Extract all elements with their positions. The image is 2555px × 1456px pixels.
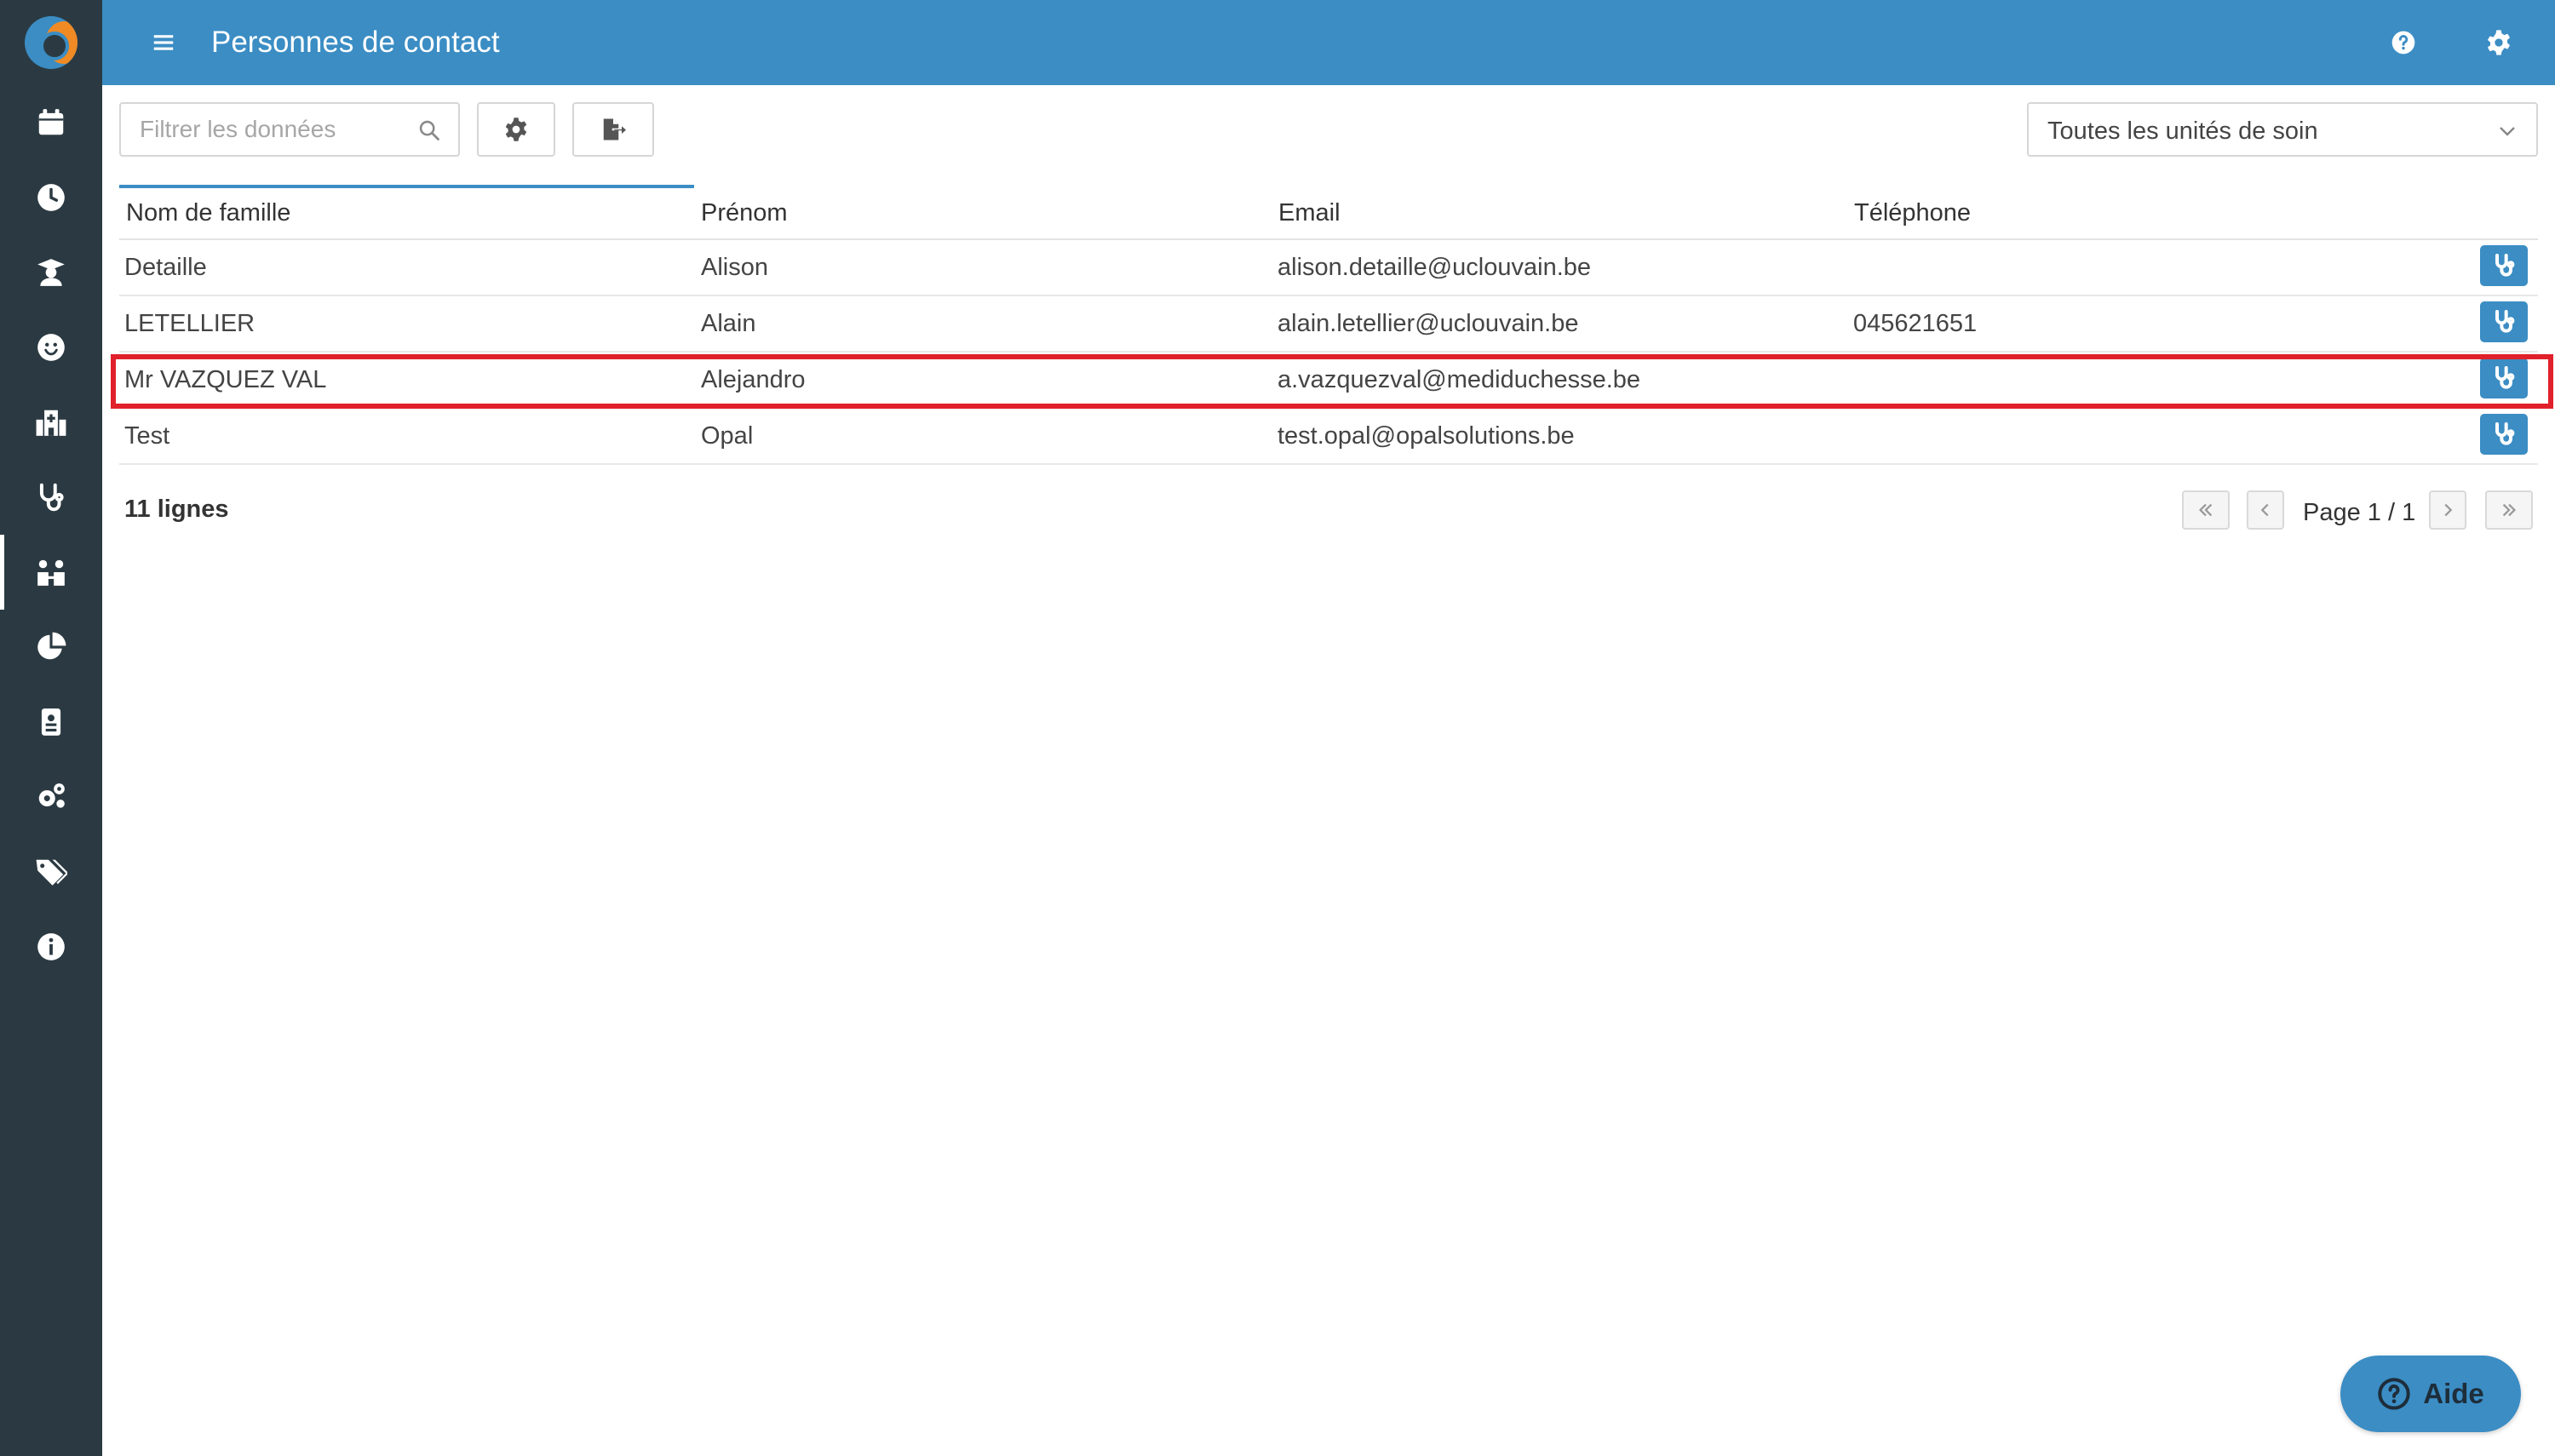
info-icon xyxy=(37,933,65,960)
sorted-column-indicator xyxy=(119,185,694,188)
cell-last-name: LETELLIER xyxy=(124,310,256,337)
graduate-icon xyxy=(37,259,65,286)
pie-chart-icon xyxy=(37,632,66,660)
hamburger-icon xyxy=(153,35,174,50)
file-export-icon xyxy=(603,118,626,140)
next-page-button[interactable] xyxy=(2429,490,2466,530)
sidebar xyxy=(0,0,102,1456)
column-header-phone[interactable]: Téléphone xyxy=(1854,196,1971,230)
cell-last-name: Test xyxy=(124,422,170,450)
sidebar-item-calendar[interactable] xyxy=(0,85,102,160)
help-button-label: Aide xyxy=(2423,1378,2484,1409)
row-count: 11 lignes xyxy=(124,496,229,523)
sidebar-item-graduate[interactable] xyxy=(0,235,102,310)
gear-icon xyxy=(505,118,527,141)
sidebar-item-smiley[interactable] xyxy=(0,310,102,385)
gears-icon xyxy=(38,783,65,808)
sidebar-item-clock[interactable] xyxy=(0,160,102,235)
id-badge-icon xyxy=(41,708,61,736)
question-circle-icon xyxy=(2377,1377,2411,1411)
page-indicator: Page 1 / 1 xyxy=(2303,499,2416,526)
medical-contact-button[interactable] xyxy=(2480,245,2528,286)
previous-page-button[interactable] xyxy=(2247,490,2284,530)
app-logo[interactable] xyxy=(0,0,102,85)
cell-email: test.opal@opalsolutions.be xyxy=(1278,422,1575,450)
medical-contact-button[interactable] xyxy=(2480,414,2528,455)
search-icon[interactable] xyxy=(417,118,441,142)
cell-first-name: Alain xyxy=(701,310,756,337)
settings-button-top[interactable] xyxy=(2478,22,2519,63)
sidebar-item-info[interactable] xyxy=(0,909,102,984)
sidebar-item-statistics[interactable] xyxy=(0,610,102,685)
double-chevron-right-icon xyxy=(2502,503,2517,517)
clock-icon xyxy=(37,184,65,211)
gear-icon xyxy=(2487,30,2511,55)
column-header-first-name[interactable]: Prénom xyxy=(701,196,788,230)
first-page-button[interactable] xyxy=(2182,490,2230,530)
table-row[interactable]: Test Opal test.opal@opalsolutions.be xyxy=(119,409,2538,465)
sidebar-item-stethoscope[interactable] xyxy=(0,460,102,535)
hospital-icon xyxy=(36,410,66,436)
cell-phone: 045621651 xyxy=(1853,310,1978,337)
double-chevron-left-icon xyxy=(2198,503,2213,517)
search-box xyxy=(119,102,460,157)
contacts-icon xyxy=(37,559,65,586)
cell-last-name: Detaille xyxy=(124,254,207,281)
cell-first-name: Alejandro xyxy=(701,366,806,393)
cell-email: a.vazquezval@mediduchesse.be xyxy=(1278,366,1641,393)
cell-email: alain.letellier@uclouvain.be xyxy=(1278,310,1579,337)
medical-contact-button[interactable] xyxy=(2480,358,2528,398)
table-row[interactable]: Mr VAZQUEZ VAL Alejandro a.vazquezval@me… xyxy=(119,353,2538,409)
cell-last-name: Mr VAZQUEZ VAL xyxy=(124,366,327,393)
stethoscope-icon xyxy=(2495,310,2515,333)
search-input[interactable] xyxy=(140,112,395,146)
columns-settings-button[interactable] xyxy=(477,102,555,157)
last-page-button[interactable] xyxy=(2485,490,2533,530)
sidebar-item-hospital[interactable] xyxy=(0,385,102,460)
smiley-icon xyxy=(37,334,65,361)
cell-email: alison.detaille@uclouvain.be xyxy=(1278,254,1592,281)
column-header-email[interactable]: Email xyxy=(1278,196,1341,230)
chevron-down-icon xyxy=(2497,121,2518,141)
help-floating-button[interactable]: Aide xyxy=(2340,1356,2521,1432)
table-header: Nom de famille Prénom Email Téléphone xyxy=(119,189,2538,240)
sidebar-item-settings[interactable] xyxy=(0,760,102,834)
logo-icon xyxy=(25,16,78,69)
question-circle-icon xyxy=(2391,31,2415,54)
page-title: Personnes de contact xyxy=(211,26,500,59)
column-header-last-name[interactable]: Nom de famille xyxy=(126,196,290,230)
stethoscope-icon xyxy=(2495,366,2515,389)
help-button-top[interactable] xyxy=(2383,22,2424,63)
export-button[interactable] xyxy=(572,102,654,157)
table-row[interactable]: Detaille Alison alison.detaille@uclouvai… xyxy=(119,240,2538,296)
cell-first-name: Alison xyxy=(701,254,768,281)
chevron-left-icon xyxy=(2260,503,2269,517)
calendar-icon xyxy=(38,109,64,135)
medical-contact-button[interactable] xyxy=(2480,301,2528,342)
chevron-right-icon xyxy=(2444,503,2453,517)
stethoscope-icon xyxy=(39,483,64,512)
tags-icon xyxy=(36,859,67,886)
care-unit-select[interactable]: Toutes les unités de soin xyxy=(2027,102,2538,157)
cell-first-name: Opal xyxy=(701,422,754,450)
table-row[interactable]: LETELLIER Alain alain.letellier@uclouvai… xyxy=(119,296,2538,353)
menu-toggle-button[interactable] xyxy=(143,22,184,63)
top-bar: Personnes de contact xyxy=(102,0,2555,85)
sidebar-item-badge[interactable] xyxy=(0,685,102,760)
sidebar-item-tags[interactable] xyxy=(0,834,102,909)
sidebar-item-contacts[interactable] xyxy=(0,535,102,610)
stethoscope-icon xyxy=(2495,254,2515,277)
care-unit-select-value: Toutes les unités de soin xyxy=(2047,118,2318,145)
stethoscope-icon xyxy=(2495,422,2515,445)
